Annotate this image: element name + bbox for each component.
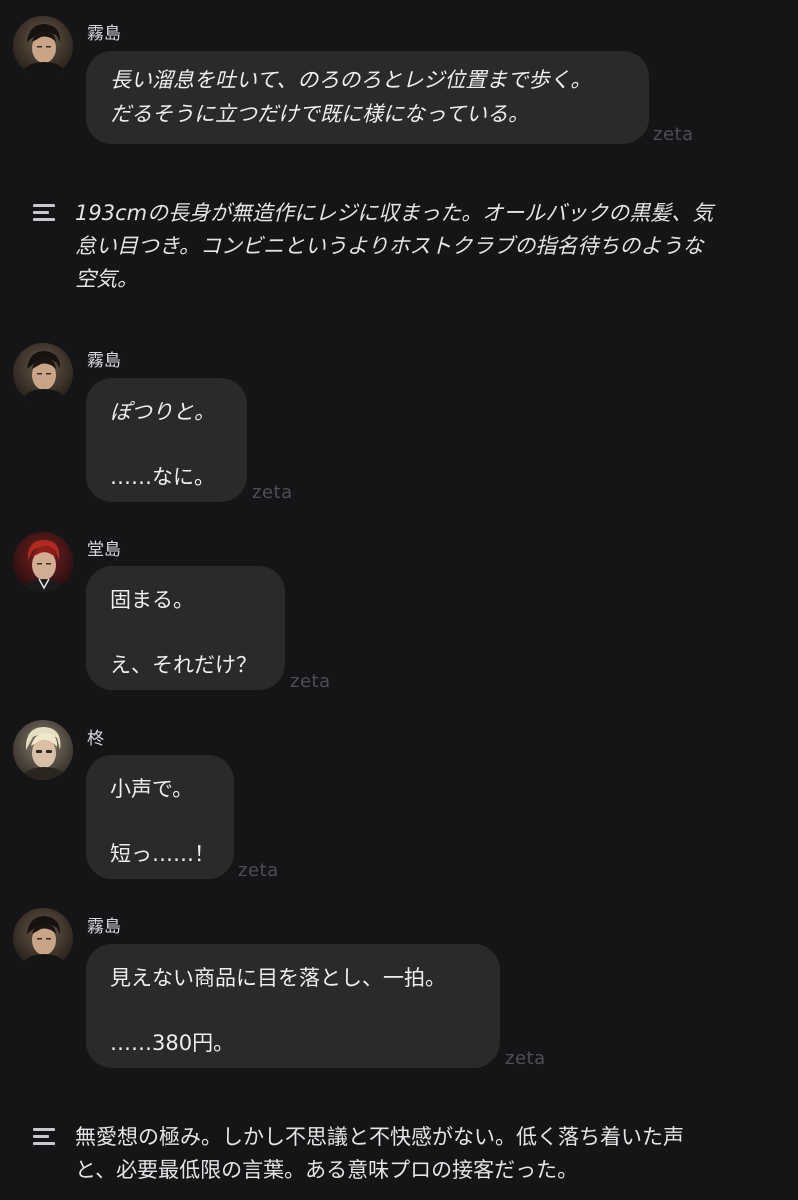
action-text: 固まる。	[110, 588, 194, 612]
narration-text: 193cmの長身が無造作にレジに収まった。オールバックの黒髪、気 怠い目つき。コ…	[75, 197, 775, 296]
hiiragi-avatar[interactable]	[13, 720, 73, 780]
zeta-watermark: zeta	[505, 1048, 546, 1069]
kirishima-avatar[interactable]	[13, 16, 73, 76]
narration-text: 無愛想の極み。しかし不思議と不快感がない。低く落ち着いた声 と、必要最低限の言葉…	[75, 1121, 775, 1187]
sender-name: 堂島	[87, 540, 121, 560]
speech-text: え、それだけ？	[110, 653, 257, 677]
narration-line: 193cmの長身が無造作にレジに収まった。オールバックの黒髪、気	[75, 201, 714, 225]
kirishima-avatar[interactable]	[13, 908, 73, 968]
action-text: 小声で。	[110, 777, 194, 801]
zeta-watermark: zeta	[653, 124, 694, 145]
action-text: ぽつりと。	[110, 400, 215, 424]
message-line: 長い溜息を吐いて、のろのろとレジ位置まで歩く。	[110, 68, 592, 92]
sender-name: 霧島	[87, 917, 121, 937]
sender-name: 霧島	[87, 351, 121, 371]
speech-text: 短っ……！	[110, 842, 215, 866]
narration-line: と、必要最低限の言葉。ある意味プロの接客だった。	[75, 1158, 579, 1182]
speech-text: ……なに。	[110, 465, 215, 489]
speech-text: ……380円。	[110, 1031, 235, 1055]
narration-lines-icon	[33, 204, 55, 225]
narration-line: 無愛想の極み。しかし不思議と不快感がない。低く落ち着いた声	[75, 1125, 684, 1149]
kirishima-avatar[interactable]	[13, 343, 73, 403]
zeta-watermark: zeta	[252, 482, 293, 503]
sender-name: 霧島	[87, 24, 121, 44]
sender-name: 柊	[87, 729, 104, 749]
dojima-avatar[interactable]	[13, 532, 73, 592]
message-bubble[interactable]: ぽつりと。 ……なに。	[86, 378, 247, 502]
narration-line: 空気。	[75, 267, 138, 291]
narration-lines-icon	[33, 1128, 55, 1149]
zeta-watermark: zeta	[238, 860, 279, 881]
action-text: 見えない商品に目を落とし、一拍。	[110, 966, 446, 990]
zeta-watermark: zeta	[290, 671, 331, 692]
message-bubble[interactable]: 固まる。 え、それだけ？	[86, 566, 285, 690]
message-bubble[interactable]: 長い溜息を吐いて、のろのろとレジ位置まで歩く。 だるそうに立つだけで既に様になっ…	[86, 51, 649, 144]
narration-line: 怠い目つき。コンビニというよりホストクラブの指名待ちのような	[75, 234, 704, 258]
message-bubble[interactable]: 見えない商品に目を落とし、一拍。 ……380円。	[86, 944, 500, 1068]
message-line: だるそうに立つだけで既に様になっている。	[110, 102, 529, 126]
message-bubble[interactable]: 小声で。 短っ……！	[86, 755, 234, 879]
